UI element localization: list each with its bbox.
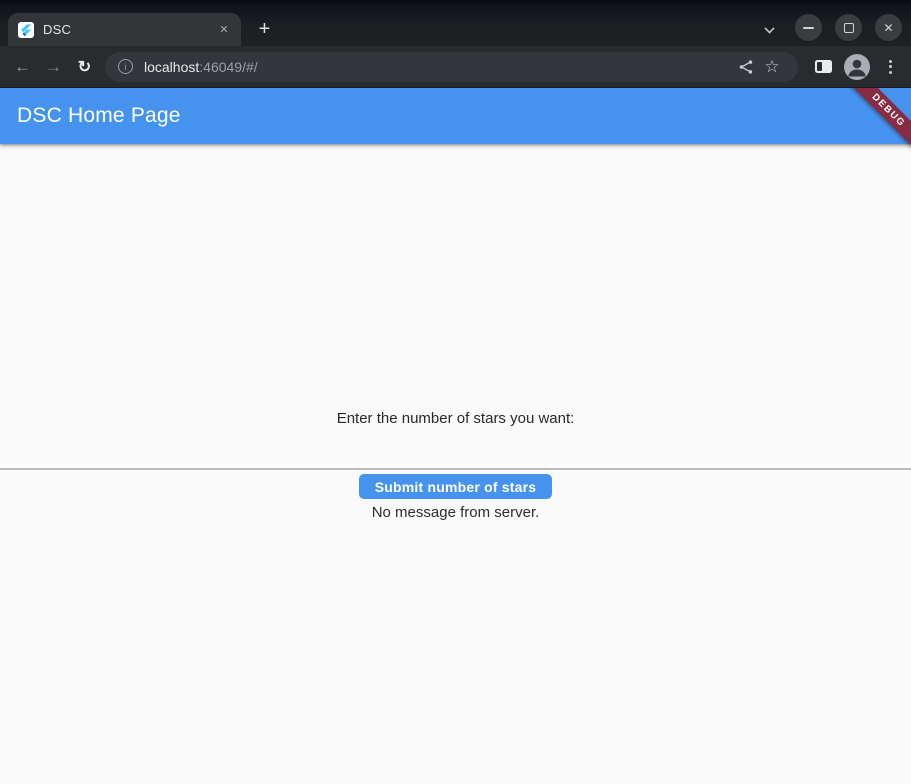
chevron-down-icon[interactable] <box>765 23 775 33</box>
minimize-button[interactable] <box>795 14 822 41</box>
page-content: Enter the number of stars you want: Subm… <box>0 144 911 784</box>
flutter-favicon-icon <box>18 22 34 38</box>
toolbar-right-cluster <box>808 52 904 82</box>
web-page: DSC Home Page DEBUG Enter the number of … <box>0 88 911 784</box>
address-bar[interactable]: i localhost:46049/#/ ☆ <box>105 52 798 82</box>
bookmark-star-icon[interactable]: ☆ <box>759 54 785 80</box>
profile-button[interactable] <box>842 52 872 82</box>
side-panel-icon <box>815 60 832 73</box>
url-path: :46049/#/ <box>199 59 257 75</box>
tab-close-icon[interactable]: ✕ <box>215 21 233 39</box>
page-title: DSC Home Page <box>17 104 181 128</box>
avatar <box>844 54 870 80</box>
submit-stars-button[interactable]: Submit number of stars <box>359 474 553 499</box>
titlebar: DSC ✕ + ✕ <box>0 0 911 46</box>
window-controls: ✕ <box>765 14 902 41</box>
stars-prompt-label: Enter the number of stars you want: <box>337 409 575 428</box>
maximize-button[interactable] <box>835 14 862 41</box>
url-text: localhost:46049/#/ <box>144 59 258 75</box>
side-panel-button[interactable] <box>808 52 838 82</box>
menu-dot <box>889 60 892 63</box>
menu-dot <box>889 71 892 74</box>
browser-window: DSC ✕ + ✕ ← → ↻ i localhost:46049/#/ <box>0 0 911 784</box>
menu-dot <box>889 65 892 68</box>
site-info-icon[interactable]: i <box>118 59 133 74</box>
forward-button[interactable]: → <box>38 50 69 84</box>
new-tab-button[interactable]: + <box>251 16 278 43</box>
back-button[interactable]: ← <box>7 50 38 84</box>
share-icon[interactable] <box>733 54 759 80</box>
reload-button[interactable]: ↻ <box>69 50 100 84</box>
stars-input[interactable] <box>0 437 911 470</box>
close-window-button[interactable]: ✕ <box>875 14 902 41</box>
url-host: localhost <box>144 59 199 75</box>
tab-title: DSC <box>43 22 215 37</box>
browser-toolbar: ← → ↻ i localhost:46049/#/ ☆ <box>0 46 911 88</box>
app-bar: DSC Home Page <box>0 88 911 144</box>
browser-tab-dsc[interactable]: DSC ✕ <box>8 13 241 46</box>
browser-menu-button[interactable] <box>876 53 904 81</box>
close-icon: ✕ <box>883 22 893 34</box>
maximize-icon <box>844 23 854 33</box>
minimize-icon <box>803 27 814 29</box>
server-message: No message from server. <box>372 503 540 522</box>
